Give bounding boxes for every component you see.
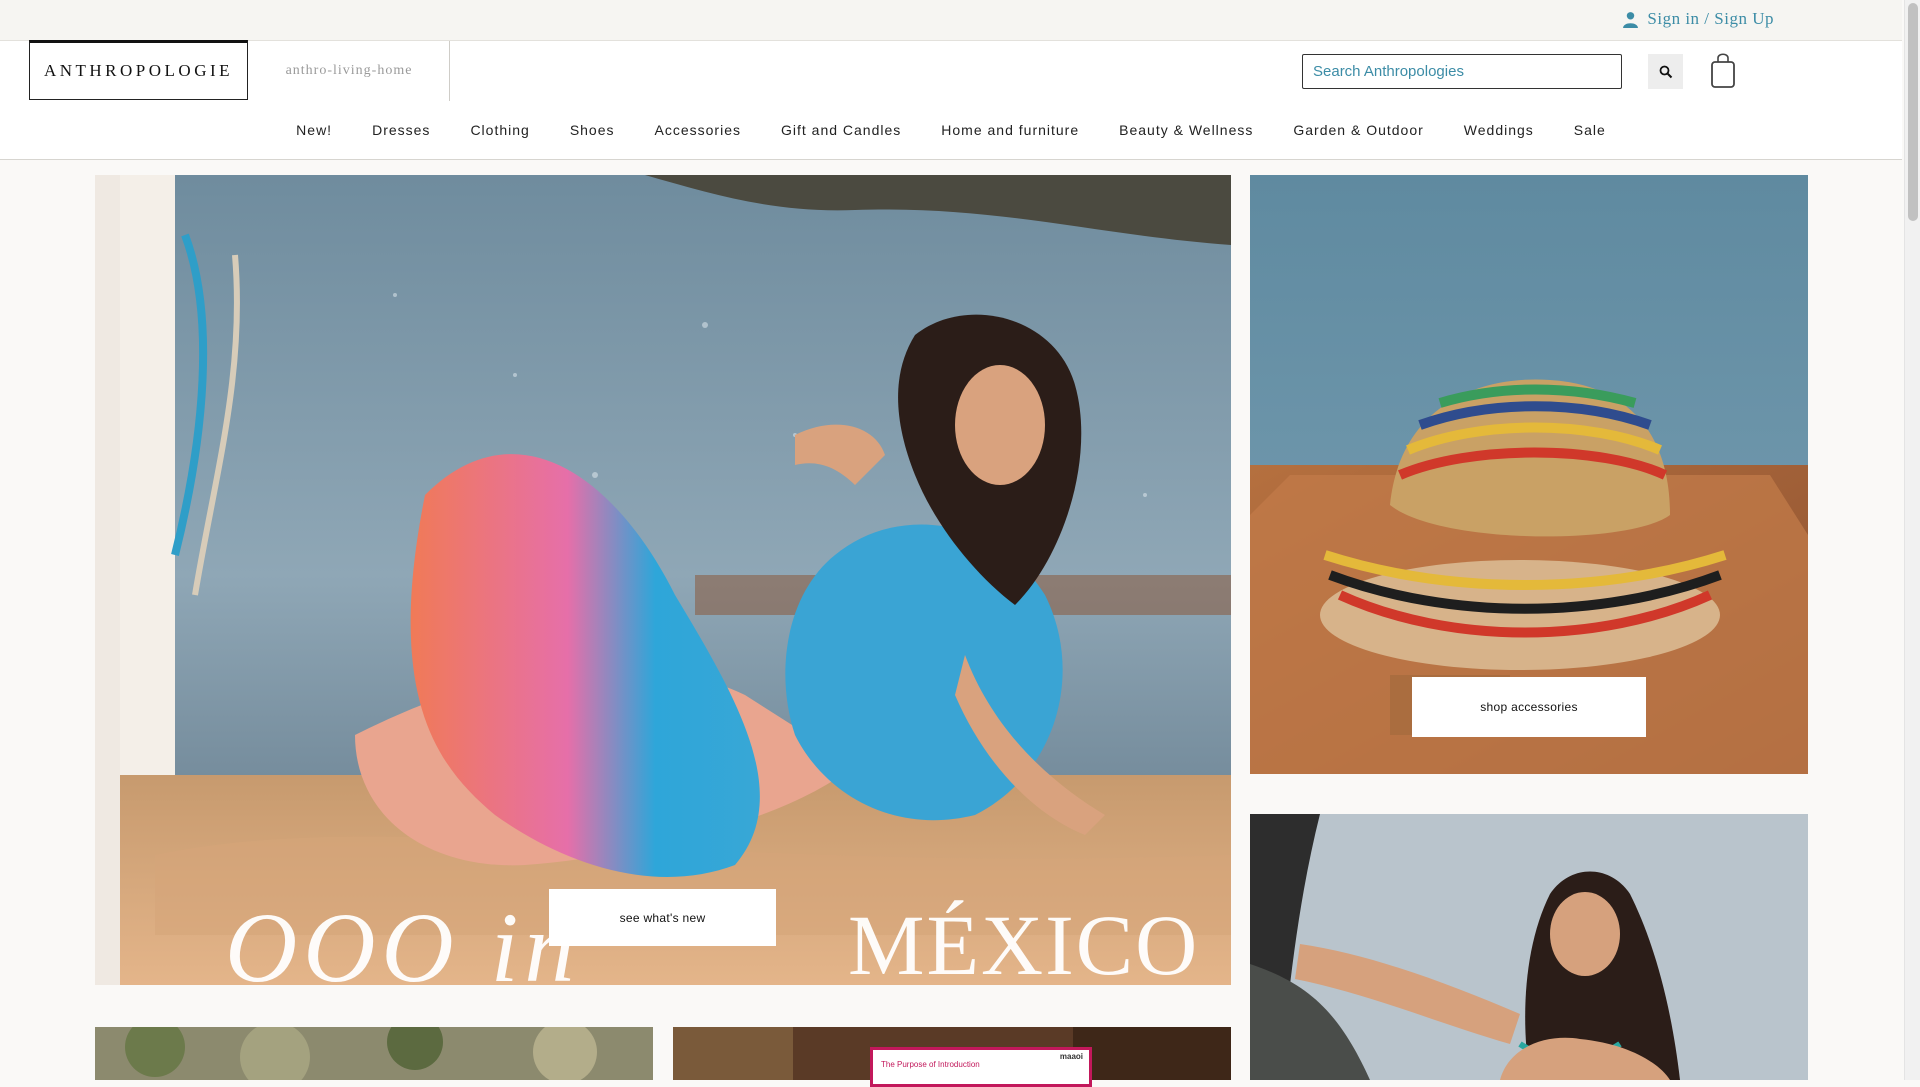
anthro-living-home-logo[interactable]: anthro-living-home [249,41,450,101]
scrollbar-thumb[interactable] [1908,3,1918,221]
shopping-bag-icon[interactable] [1710,50,1736,90]
user-icon [1623,11,1639,28]
nav-item-garden-outdoor[interactable]: Garden & Outdoor [1273,122,1443,138]
bottom-image-foliage[interactable] [95,1027,653,1080]
nav-item-dresses[interactable]: Dresses [352,122,450,138]
see-whats-new-button[interactable]: see what's new [549,889,776,946]
site-header: ANTHROPOLOGIE anthro-living-home [0,40,1902,102]
nav-item-accessories[interactable]: Accessories [635,122,761,138]
main-navigation: New! Dresses Clothing Shoes Accessories … [0,101,1902,160]
nav-item-sale[interactable]: Sale [1554,122,1626,138]
nav-item-beauty-wellness[interactable]: Beauty & Wellness [1099,122,1273,138]
nav-item-gift-candles[interactable]: Gift and Candles [761,122,921,138]
promo-brand: maaoi [1059,1052,1083,1061]
anthropologie-logo[interactable]: ANTHROPOLOGIE [29,40,248,100]
nav-item-clothing[interactable]: Clothing [450,122,549,138]
sign-in-link[interactable]: Sign in / Sign Up [1622,9,1774,29]
hero-image-mexico[interactable] [95,175,1231,985]
promo-text: The Purpose of Introduction [881,1060,980,1069]
page-scrollbar[interactable] [1904,0,1920,1080]
jewelry-image-woman[interactable] [1250,814,1808,1080]
sign-in-label: Sign in / Sign Up [1647,9,1774,28]
top-utility-bar: Sign in / Sign Up [0,0,1902,40]
shop-accessories-button[interactable]: shop accessories [1412,677,1646,737]
search-icon [1659,65,1672,78]
search-button[interactable] [1648,54,1683,89]
search-input[interactable] [1302,54,1622,89]
nav-item-new[interactable]: New! [276,122,352,138]
promo-card: maaoi The Purpose of Introduction [870,1047,1092,1087]
nav-item-shoes[interactable]: Shoes [550,122,635,138]
nav-item-weddings[interactable]: Weddings [1444,122,1554,138]
nav-item-home-furniture[interactable]: Home and furniture [921,122,1099,138]
